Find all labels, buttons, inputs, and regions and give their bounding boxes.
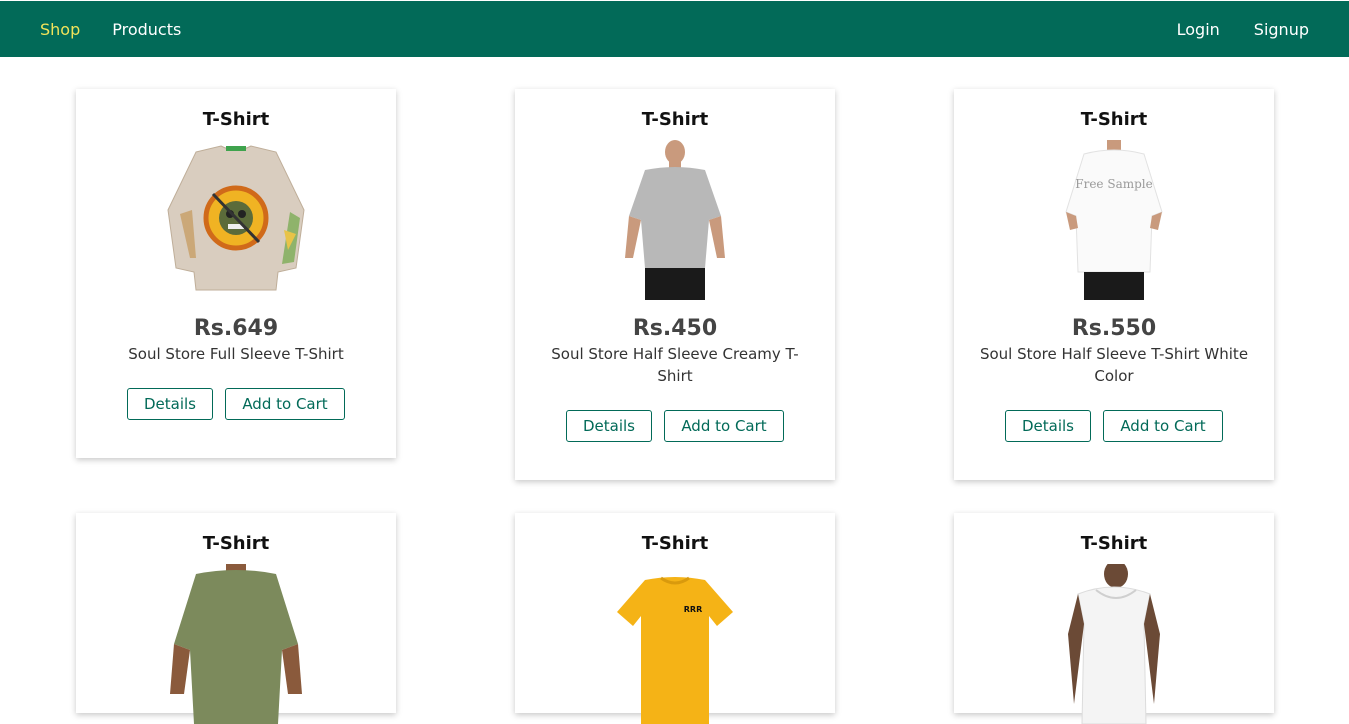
watermark-text: Free Sample [1075,177,1152,191]
product-card: T-Shirt RRR [515,513,835,724]
product-name: Soul Store Half Sleeve T-Shirt White Col… [979,345,1249,385]
add-to-cart-button[interactable]: Add to Cart [1103,410,1223,442]
product-image[interactable] [1034,564,1194,724]
product-card: T-Shirt [954,513,1274,724]
sweatshirt-image [167,145,305,291]
nav-link-login[interactable]: Login [1177,20,1220,39]
add-to-cart-button[interactable]: Add to Cart [664,410,784,442]
product-price: Rs.550 [1071,316,1157,341]
nav-link-shop[interactable]: Shop [40,20,80,39]
product-card: T-Shirt Free Sample Rs.550 Soul Store Ha… [954,89,1274,480]
sleeveless-hoodie-image [1068,564,1160,724]
product-category: T-Shirt [202,533,270,554]
product-card: T-Shirt Rs.649 Soul Store Full Sleeve T-… [76,89,396,458]
product-image[interactable]: Free Sample [1034,140,1194,300]
nav-link-products[interactable]: Products [112,20,181,39]
product-actions: Details Add to Cart [954,410,1274,442]
product-name: Soul Store Full Sleeve T-Shirt [128,345,344,363]
white-tshirt-image: Free Sample [1065,140,1163,300]
product-name: Soul Store Half Sleeve Creamy T-Shirt [551,345,799,385]
product-image[interactable] [595,140,755,300]
details-button[interactable]: Details [1005,410,1091,442]
product-category: T-Shirt [641,533,709,554]
product-actions: Details Add to Cart [76,388,396,420]
grey-tshirt-image [625,140,725,300]
nav-right-group: Login Signup [1143,20,1309,39]
product-category: T-Shirt [202,109,270,130]
details-button[interactable]: Details [566,410,652,442]
product-price: Rs.649 [193,316,279,341]
top-navbar: Shop Products Login Signup [0,1,1349,57]
olive-tshirt-image [170,564,302,724]
tshirt-logo-text: RRR [684,605,702,614]
nav-link-signup[interactable]: Signup [1254,20,1309,39]
product-image[interactable]: RRR [595,564,755,724]
product-price: Rs.450 [632,316,718,341]
product-card: T-Shirt [76,513,396,724]
product-card: T-Shirt Rs.450 Soul Store Half Sleeve Cr… [515,89,835,480]
add-to-cart-button[interactable]: Add to Cart [225,388,345,420]
product-image[interactable] [156,140,316,300]
product-category: T-Shirt [1080,533,1148,554]
details-button[interactable]: Details [127,388,213,420]
product-category: T-Shirt [641,109,709,130]
product-category: T-Shirt [1080,109,1148,130]
yellow-tshirt-image: RRR [617,576,733,724]
nav-left-group: Shop Products [40,20,213,39]
product-actions: Details Add to Cart [515,410,835,442]
product-image[interactable] [156,564,316,724]
